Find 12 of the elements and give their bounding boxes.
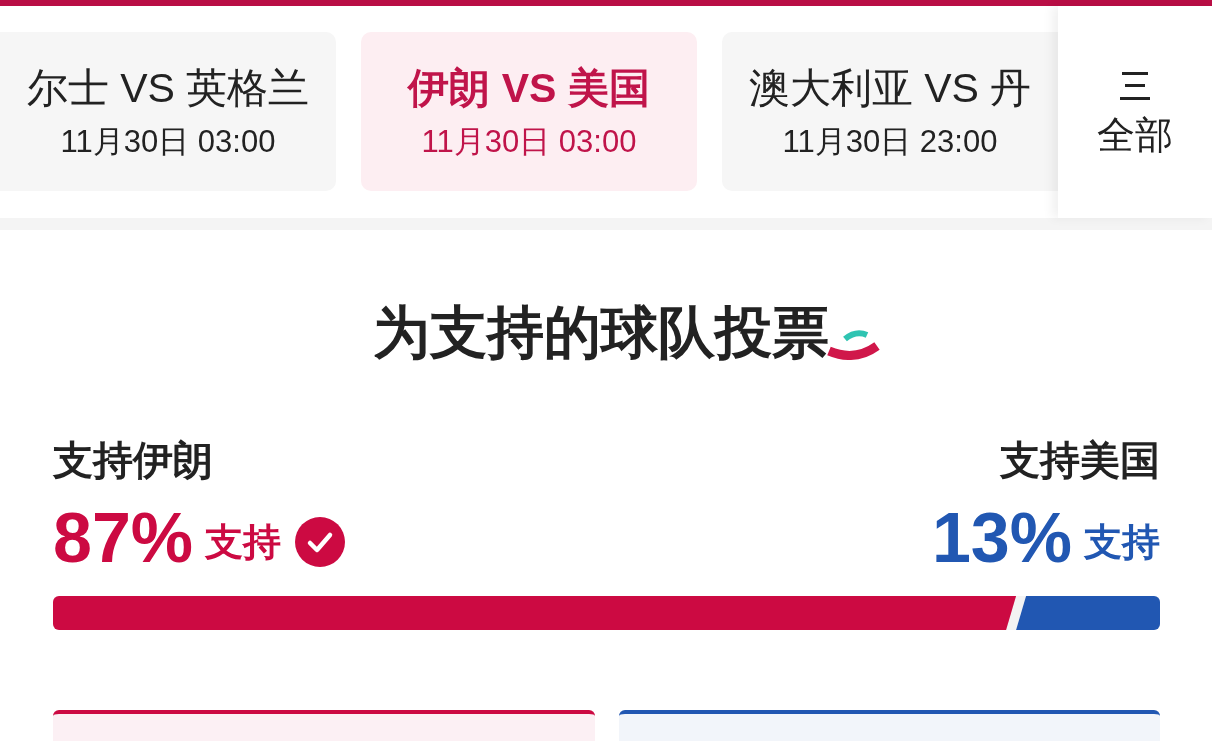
team-label: 支持美国 <box>1000 437 1160 484</box>
percent-text: 87% <box>53 502 194 574</box>
section-title: 为支持的球队投票 <box>372 299 829 366</box>
team-label: 支持伊朗 <box>53 437 213 484</box>
match-tab[interactable]: 澳大利亚 VS 丹 11月30日 23:00 <box>722 32 1058 191</box>
match-tab[interactable]: 尔士 VS 英格兰 11月30日 03:00 <box>0 32 336 191</box>
percent-text: 13% <box>931 502 1072 574</box>
all-matches-button[interactable]: 全部 <box>1058 6 1212 218</box>
support-text: 支持 <box>205 520 282 564</box>
match-tab[interactable]: 伊朗 VS 美国 11月30日 03:00 <box>361 32 697 191</box>
support-text: 支持 <box>1084 520 1160 564</box>
menu-icon <box>1119 72 1151 100</box>
